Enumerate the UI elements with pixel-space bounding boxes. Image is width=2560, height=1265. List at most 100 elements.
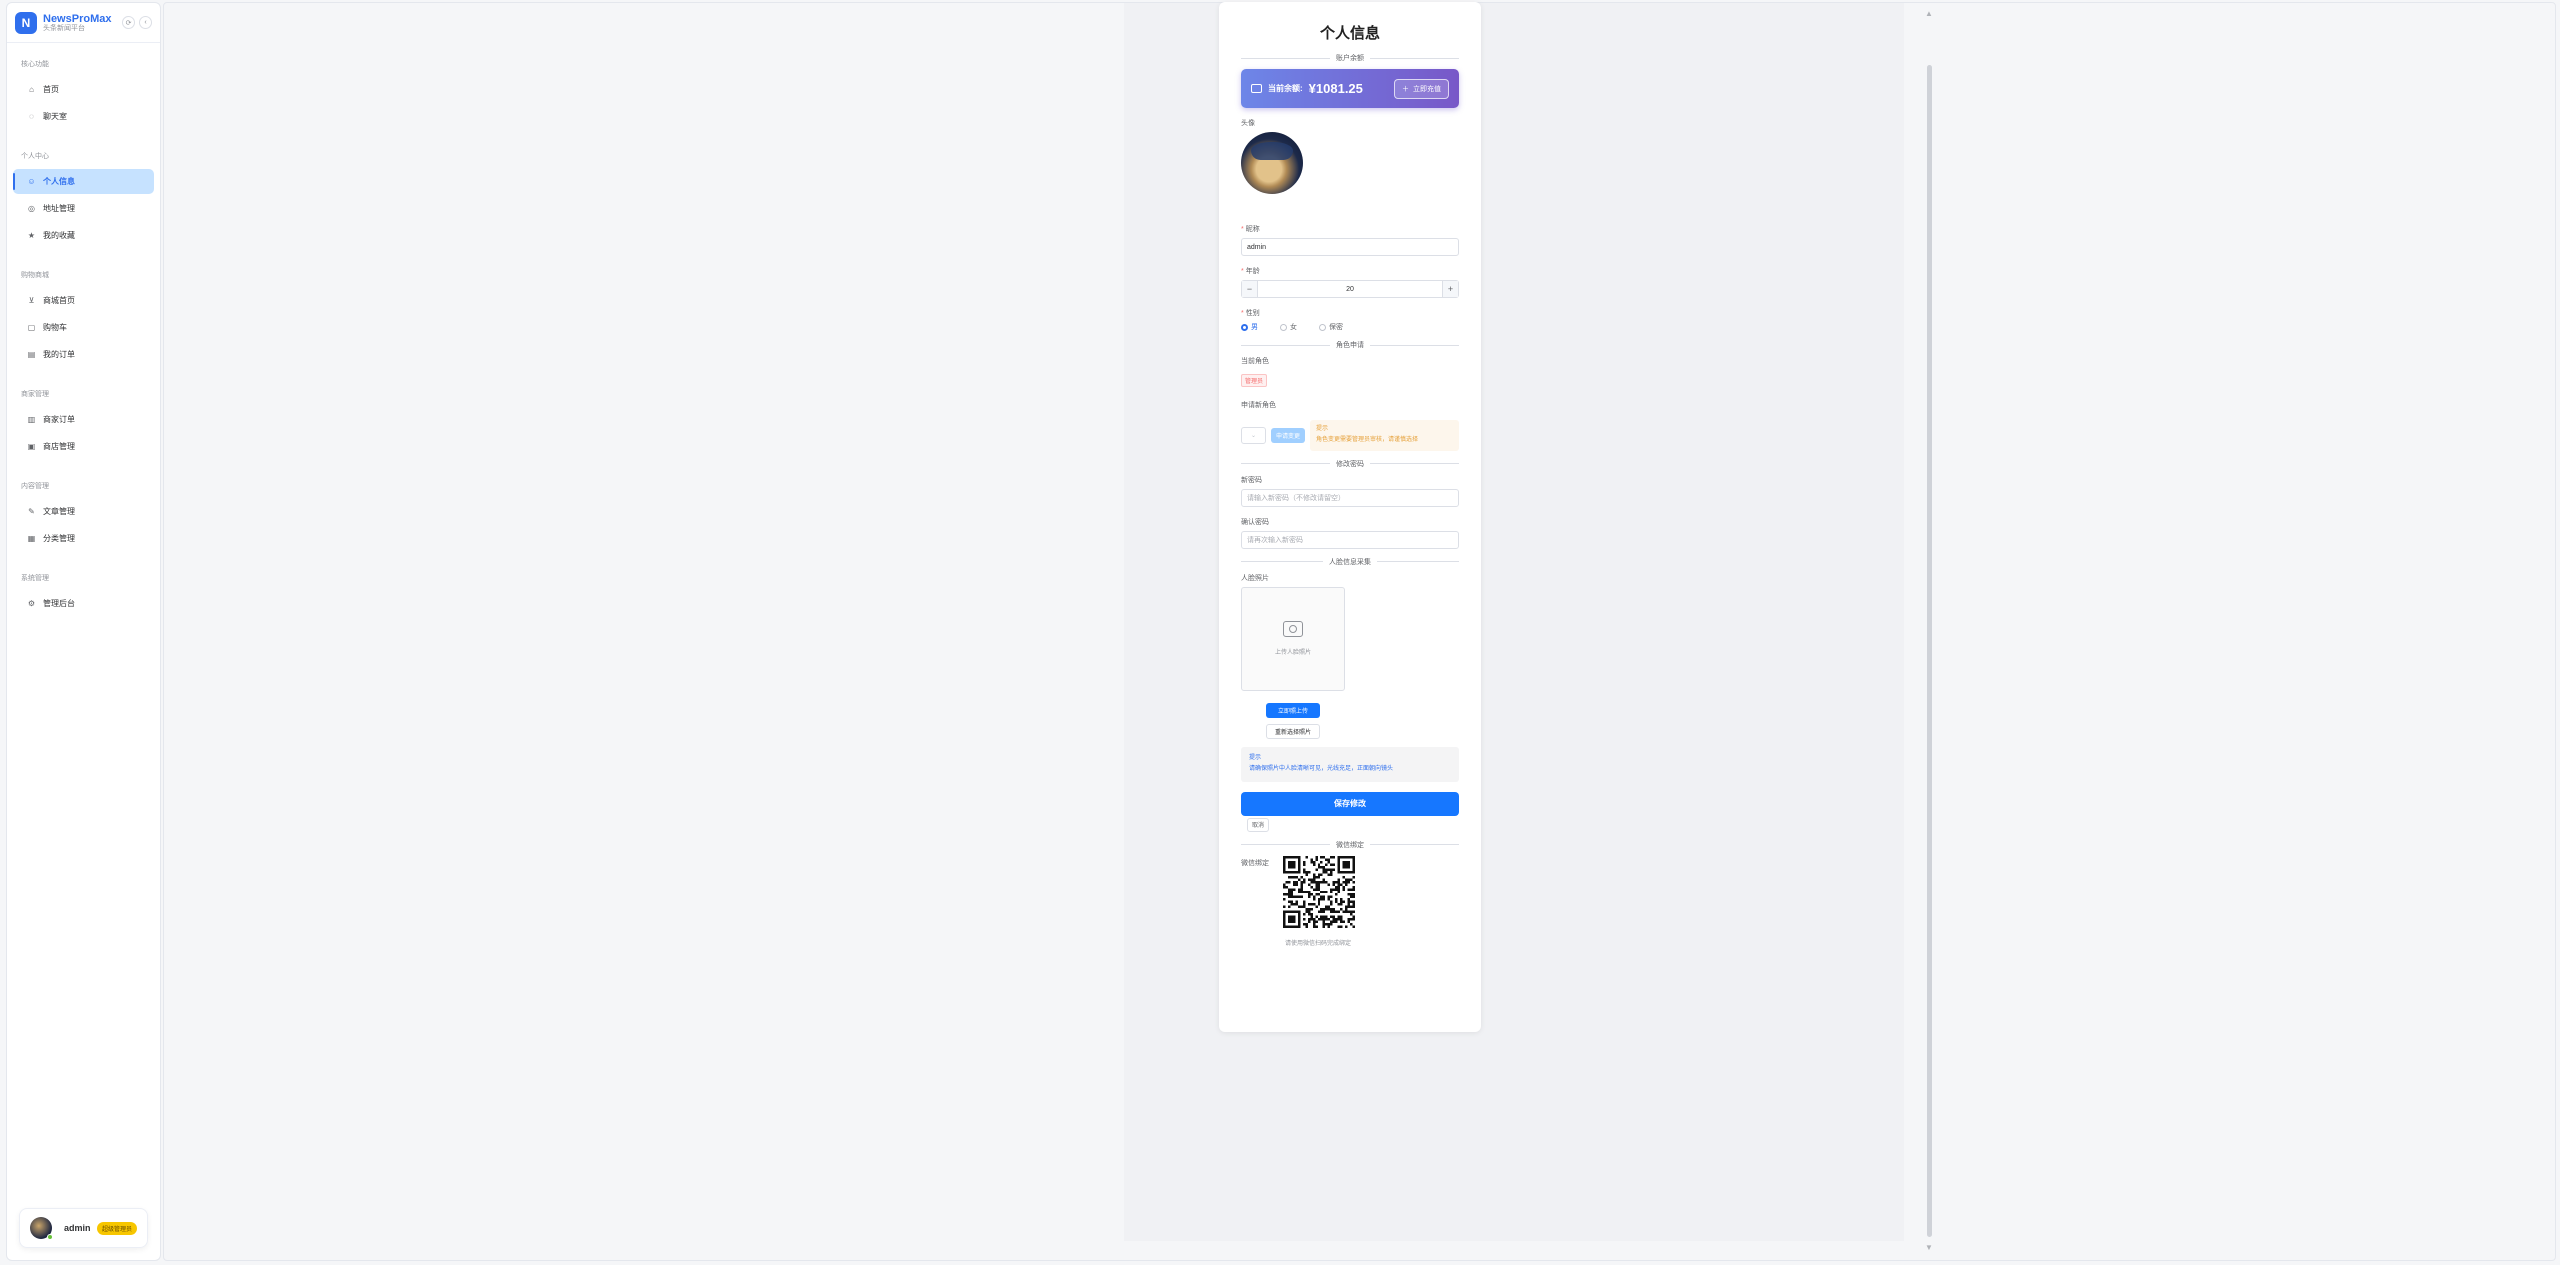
apply-role-button[interactable]: 申请变更 [1271, 427, 1306, 443]
menu-group-title: 系统管理 [21, 575, 49, 582]
star-icon: ★ [27, 231, 36, 240]
sidebar: N NewsProMax 头条新闻平台 ⟳ ‹ 核心功能 ⌂ 首页 ◌ 聊天室个人中心 ☺… [6, 2, 161, 1261]
new-password-input[interactable]: 请输入新密码（不修改请留空） [1241, 488, 1459, 507]
brand-subtitle: 头条新闻平台 [43, 24, 85, 32]
sidebar-item-label: 聊天室 [43, 112, 67, 121]
collapse-icon[interactable]: ‹ [139, 16, 152, 29]
sidebar-item-label: 地址管理 [43, 204, 75, 213]
sidebar-item-label: 我的收藏 [43, 231, 75, 240]
sidebar-item-label: 商家订单 [43, 415, 75, 424]
scrollbar[interactable] [1927, 65, 1932, 1237]
sidebar-item-label: 首页 [43, 85, 59, 94]
wallet-icon [1251, 84, 1262, 93]
sidebar-item[interactable]: ▤ 我的订单 [13, 342, 154, 367]
scroll-down-icon[interactable]: ▼ [1925, 1243, 1933, 1252]
bag-icon: ▢ [27, 323, 36, 332]
increment-button[interactable]: + [1442, 281, 1458, 297]
gear-icon: ⚙ [27, 599, 36, 608]
wechat-qr-code [1283, 855, 1355, 928]
sidebar-item[interactable]: ⌂ 首页 [13, 77, 154, 102]
cancel-button[interactable]: 取消 [1247, 817, 1269, 832]
apply-role-label: 申请新角色 [1241, 402, 1276, 409]
section-divider-face: 人脸信息采集 [1241, 557, 1459, 567]
refresh-icon[interactable]: ⟳ [122, 16, 135, 29]
sidebar-item-label: 我的订单 [43, 350, 75, 359]
face-info-alert: 提示 请确保照片中人脸清晰可见，光线充足，正面朝向镜头 [1241, 746, 1459, 782]
sidebar-menu: 核心功能 ⌂ 首页 ◌ 聊天室 个人中心 ☺ 个人信息 ◎ 地址管理 ★ 我的收藏 购物商城 ⊻ 商城首页 ▢… [7, 43, 160, 1200]
avatar-upload[interactable] [1241, 132, 1303, 194]
sidebar-item[interactable]: ⊻ 商城首页 [13, 288, 154, 313]
home-icon: ⌂ [29, 85, 34, 94]
reselect-photo-button[interactable]: 重新选择照片 [1266, 723, 1320, 739]
avatar[interactable] [30, 1217, 53, 1240]
role-select[interactable]: ⌄ [1241, 426, 1266, 444]
plus-icon: ＋ [1402, 85, 1409, 93]
balance-value: ¥1081.25 [1308, 81, 1363, 96]
doc-icon: ▥ [27, 415, 36, 424]
menu-group-title: 核心功能 [21, 61, 49, 68]
gender-radio-male[interactable]: 男 [1241, 322, 1258, 332]
brand-name: NewsProMax [43, 12, 112, 25]
sidebar-item-label: 分类管理 [43, 534, 75, 543]
sidebar-item-label: 商城首页 [43, 296, 75, 305]
sidebar-item[interactable]: ☺ 个人信息 [13, 169, 154, 194]
qr-caption: 请使用微信扫码完成绑定 [1285, 940, 1352, 947]
sidebar-item[interactable]: ▢ 购物车 [13, 315, 154, 340]
wechat-label: 微信绑定 [1241, 859, 1269, 867]
menu-group-title: 个人中心 [21, 153, 49, 160]
sidebar-item[interactable]: ◌ 聊天室 [13, 104, 154, 129]
brand-logo[interactable]: N [15, 11, 37, 34]
age-stepper[interactable]: − 20 + [1241, 280, 1459, 298]
current-role-label: 当前角色 [1241, 358, 1269, 365]
age-value[interactable]: 20 [1258, 286, 1442, 293]
grid-icon: ▦ [27, 534, 36, 543]
sidebar-item[interactable]: ▥ 商家订单 [13, 407, 154, 432]
gender-radio-secret[interactable]: 保密 [1319, 322, 1343, 332]
role-warning: 提示 角色变更需要管理员审核，请谨慎选择 [1310, 420, 1459, 451]
save-button[interactable]: 保存修改 [1241, 791, 1459, 816]
user-name: admin [64, 1223, 91, 1233]
role-badge: 超级管理员 [96, 1221, 137, 1235]
location-icon: ◎ [28, 204, 35, 213]
brand: N NewsProMax 头条新闻平台 ⟳ ‹ [7, 3, 160, 43]
sidebar-item[interactable]: ✎ 文章管理 [13, 499, 154, 524]
sidebar-item[interactable]: ▦ 分类管理 [13, 526, 154, 551]
gender-radio-group: 男 女 保密 [1241, 322, 1459, 332]
shop-icon: ▣ [27, 442, 36, 451]
sidebar-item[interactable]: ★ 我的收藏 [13, 223, 154, 248]
scroll-up-icon[interactable]: ▲ [1925, 9, 1933, 18]
decrement-button[interactable]: − [1242, 281, 1258, 297]
sidebar-item[interactable]: ◎ 地址管理 [13, 196, 154, 221]
section-divider-password: 修改密码 [1241, 459, 1459, 469]
sidebar-item-label: 个人信息 [43, 177, 75, 186]
upload-now-button[interactable]: 立即照上传 [1266, 702, 1320, 718]
recharge-button[interactable]: ＋立即充值 [1394, 78, 1449, 99]
balance-banner: 当前余额: ¥1081.25 ＋立即充值 [1241, 69, 1459, 108]
page-title: 个人信息 [1319, 25, 1380, 42]
warning-title: 提示 [1316, 426, 1329, 432]
gender-radio-female[interactable]: 女 [1280, 322, 1297, 332]
face-upload-area[interactable]: 上传人脸照片 [1241, 586, 1345, 691]
sidebar-item-label: 文章管理 [43, 507, 75, 516]
camera-icon [1283, 621, 1303, 638]
avatar-label: 头像 [1241, 120, 1255, 127]
new-password-label: 新密码 [1241, 476, 1262, 484]
nickname-input[interactable]: admin [1241, 238, 1459, 256]
sidebar-item[interactable]: ⚙ 管理后台 [13, 591, 154, 616]
confirm-password-input[interactable]: 请再次输入新密码 [1241, 530, 1459, 549]
section-divider-wechat: 微信绑定 [1241, 840, 1459, 850]
menu-group-title: 购物商城 [21, 272, 49, 279]
gender-label: 性别 [1245, 310, 1260, 317]
sidebar-item-label: 购物车 [43, 323, 67, 332]
user-card[interactable]: admin 超级管理员 [19, 1208, 148, 1248]
edit-icon: ✎ [28, 507, 35, 516]
sidebar-item[interactable]: ▣ 商店管理 [13, 434, 154, 459]
info-title: 提示 [1249, 754, 1262, 761]
age-label: 年龄 [1245, 268, 1260, 275]
menu-group-title: 商家管理 [21, 391, 49, 398]
current-role-tag: 管理员 [1241, 374, 1268, 387]
sidebar-item-label: 商店管理 [43, 442, 75, 451]
user-icon: ☺ [27, 177, 36, 186]
balance-label: 当前余额: [1268, 84, 1303, 93]
profile-card: 个人信息 账户余额 当前余额: ¥1081.25 ＋立即充值 头像 * 昵称 ad… [1219, 2, 1481, 1032]
